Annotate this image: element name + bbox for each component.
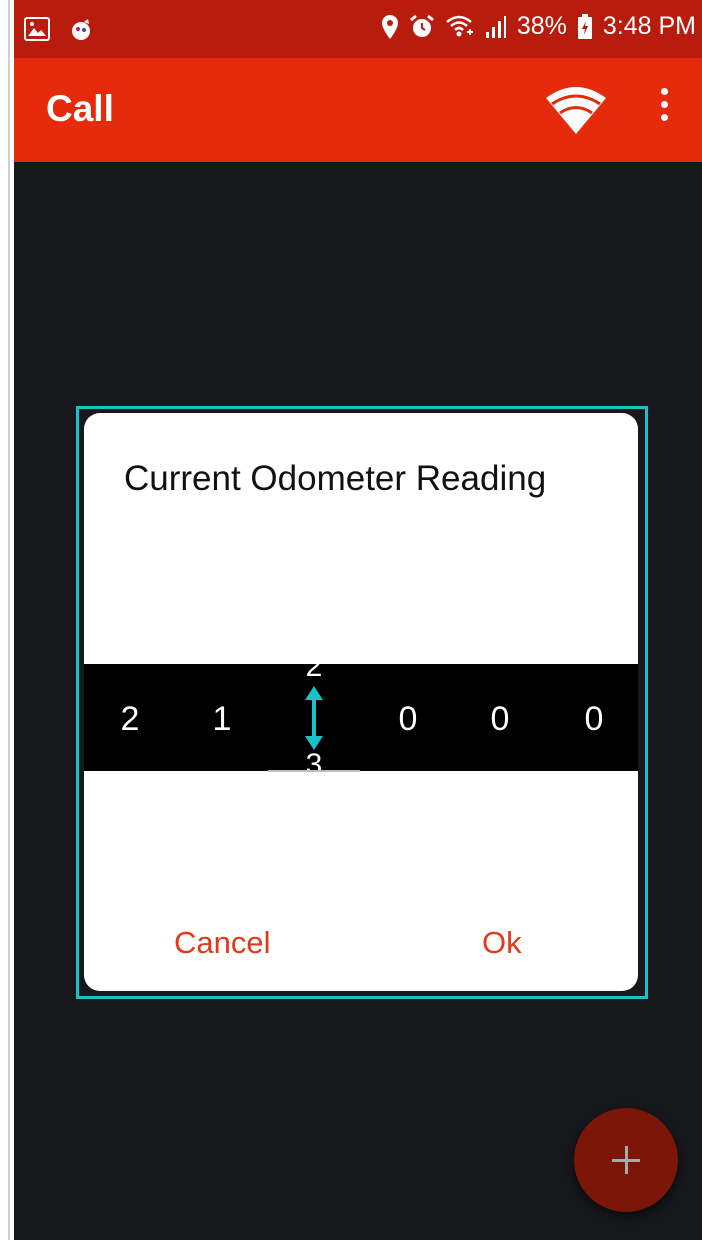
resize-vertical-icon: [305, 686, 323, 750]
app-bar: Call: [14, 58, 702, 162]
picker-underline: [268, 770, 360, 772]
add-fab-button[interactable]: [574, 1108, 678, 1212]
cancel-button[interactable]: Cancel: [174, 925, 271, 961]
plus-icon: [612, 1146, 640, 1174]
wifi-calling-icon: [446, 15, 473, 36]
alarm-icon: [409, 14, 434, 37]
status-bar: 38% 3:48 PM: [14, 0, 702, 58]
digit-picker-4[interactable]: 0: [388, 700, 428, 739]
location-icon: [381, 14, 398, 39]
app-screen: 38% 3:48 PM Call Current Odometer Readin…: [14, 0, 702, 1240]
battery-charging-icon: [577, 13, 592, 39]
ok-button[interactable]: Ok: [482, 925, 522, 961]
app-notification-icon: [72, 19, 90, 40]
digit-picker-5[interactable]: 0: [480, 700, 520, 739]
digit-picker-6[interactable]: 0: [574, 700, 614, 739]
digit-below: 3: [305, 748, 323, 781]
page-title: Call: [46, 88, 114, 129]
digit-picker-1[interactable]: 2: [110, 700, 150, 739]
more-vert-icon[interactable]: [654, 88, 674, 132]
wifi-icon[interactable]: [544, 84, 608, 136]
dialog-title: Current Odometer Reading: [124, 459, 547, 498]
digit-above: 2: [305, 650, 323, 683]
odometer-picker: 2 1 2 3 0 0 0: [84, 650, 638, 781]
window-edge: [8, 0, 10, 1240]
status-time: 3:48 PM: [602, 12, 696, 40]
gallery-icon: [24, 17, 50, 41]
battery-percent: 38%: [516, 12, 567, 40]
odometer-dialog: Current Odometer Reading 2 1 2 3 0 0 0 C…: [84, 413, 638, 991]
digit-picker-3[interactable]: 2 3: [268, 650, 360, 781]
signal-icon: [485, 15, 506, 38]
digit-picker-2[interactable]: 1: [202, 700, 242, 739]
